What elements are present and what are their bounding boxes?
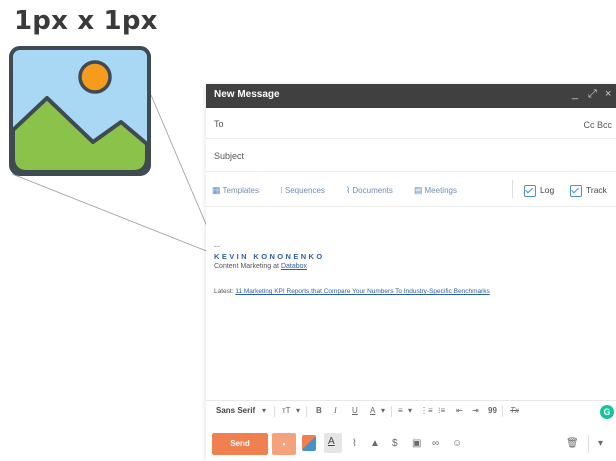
- color-chevron-icon[interactable]: ▾: [381, 406, 385, 415]
- subject-label: Subject: [214, 151, 245, 161]
- fmt-divider: [391, 406, 392, 417]
- font-family-select[interactable]: Sans Serif: [216, 406, 255, 415]
- compose-title: New Message: [214, 89, 280, 100]
- font-chevron-icon[interactable]: ▾: [262, 406, 266, 415]
- drive-icon[interactable]: ▲: [370, 438, 380, 449]
- sequences-button[interactable]: ⁝ Sequences: [280, 185, 325, 196]
- italic-button[interactable]: I: [334, 406, 337, 415]
- log-checkbox-icon[interactable]: [524, 185, 536, 197]
- to-field[interactable]: To: [206, 108, 616, 139]
- indent-more-icon[interactable]: ⇥: [472, 406, 479, 415]
- action-divider: [588, 435, 589, 453]
- sales-tools-row: ▦ Templates ⁝ Sequences ⌇ Documents ▤ Me…: [206, 172, 616, 207]
- align-chevron-icon[interactable]: ▾: [408, 406, 412, 415]
- clear-format-button[interactable]: Tx: [510, 406, 519, 415]
- indent-less-icon[interactable]: ⇤: [456, 406, 463, 415]
- photo-icon[interactable]: ▣: [412, 438, 421, 449]
- schedule-send-button[interactable]: ▪: [272, 433, 296, 455]
- money-icon[interactable]: $: [392, 438, 398, 449]
- underline-button[interactable]: U: [352, 406, 358, 415]
- templates-icon: ▦: [212, 185, 221, 195]
- image-placeholder-icon: [9, 46, 151, 176]
- meetings-icon: ▤: [414, 185, 423, 195]
- to-label: To: [214, 119, 224, 129]
- trash-icon[interactable]: 🗑: [566, 438, 579, 449]
- signature-name: KEVIN KONONENKO: [214, 252, 325, 261]
- fmt-divider: [502, 406, 503, 417]
- link-icon[interactable]: ∞: [432, 438, 439, 449]
- compose-window: New Message _ ⤢ × To Cc Bcc Subject ▦ Te…: [206, 84, 616, 461]
- formatting-toolbar: Sans Serif ▾ тT ▾ B I U A ▾ ≡ ▾ ⋮≡ ⁝≡ ⇤ …: [206, 400, 616, 423]
- toolbar-divider: [512, 180, 513, 198]
- signature-title: Content Marketing at Databox: [214, 263, 308, 270]
- text-color-button[interactable]: A: [370, 406, 375, 415]
- sequences-icon: ⁝: [280, 185, 283, 195]
- format-text-icon: A: [328, 436, 335, 447]
- signature-separator: --: [214, 241, 220, 251]
- meetings-button[interactable]: ▤ Meetings: [414, 185, 457, 196]
- company-link[interactable]: Databox: [281, 263, 307, 270]
- compose-action-bar: Send ▪ A ⌇ ▲ $ ▣ ∞ ☺ 🗑 ▾: [206, 429, 616, 461]
- latest-post-line: Latest: 11 Marketing KPI Reports that Co…: [214, 288, 490, 295]
- formatting-toggle[interactable]: A: [324, 433, 342, 453]
- quote-button[interactable]: 99: [488, 406, 497, 415]
- send-button[interactable]: Send: [212, 433, 268, 455]
- track-toggle[interactable]: Track: [570, 184, 607, 197]
- log-toggle[interactable]: Log: [524, 184, 554, 197]
- expand-button[interactable]: ⤢: [588, 88, 597, 101]
- attach-icon[interactable]: ⌇: [352, 438, 357, 449]
- numbered-list-icon[interactable]: ⋮≡: [420, 406, 433, 415]
- close-button[interactable]: ×: [605, 88, 611, 100]
- documents-icon: ⌇: [346, 185, 351, 195]
- track-checkbox-icon[interactable]: [570, 185, 582, 197]
- templates-button[interactable]: ▦ Templates: [212, 185, 259, 196]
- sales-tools-icon[interactable]: [302, 435, 316, 451]
- bulleted-list-icon[interactable]: ⁝≡: [438, 406, 445, 415]
- bold-button[interactable]: B: [316, 406, 322, 415]
- cc-bcc-link[interactable]: Cc Bcc: [583, 120, 612, 130]
- fmt-divider: [274, 406, 275, 417]
- pixel-size-label: 1px x 1px: [14, 6, 158, 36]
- grammarly-icon[interactable]: G: [600, 405, 614, 419]
- emoji-icon[interactable]: ☺: [452, 438, 462, 449]
- more-options-chevron-icon[interactable]: ▾: [598, 438, 603, 449]
- minimize-button[interactable]: _: [572, 88, 578, 100]
- fmt-divider: [306, 406, 307, 417]
- latest-post-link[interactable]: 11 Marketing KPI Reports that Compare Yo…: [235, 288, 489, 295]
- size-chevron-icon[interactable]: ▾: [296, 406, 300, 415]
- align-icon[interactable]: ≡: [398, 406, 403, 415]
- compose-titlebar: New Message _ ⤢ ×: [206, 84, 616, 108]
- font-size-button[interactable]: тT: [282, 406, 291, 415]
- subject-field[interactable]: Subject: [206, 139, 616, 172]
- documents-button[interactable]: ⌇ Documents: [346, 185, 393, 196]
